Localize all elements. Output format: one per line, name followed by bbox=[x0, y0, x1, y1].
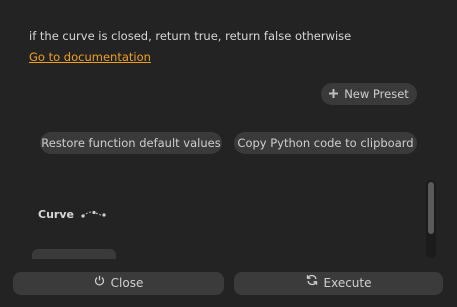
function-description: if the curve is closed, return true, ret… bbox=[29, 29, 352, 43]
curve-parameter-label: Curve bbox=[38, 208, 74, 221]
scrollbar[interactable] bbox=[426, 180, 436, 258]
new-preset-label: New Preset bbox=[344, 87, 409, 101]
refresh-icon bbox=[306, 271, 318, 294]
close-label: Close bbox=[110, 276, 144, 290]
execute-button[interactable]: Execute bbox=[234, 272, 443, 295]
new-preset-button[interactable]: New Preset bbox=[321, 83, 417, 105]
parameter-field[interactable] bbox=[32, 249, 116, 259]
close-button[interactable]: Close bbox=[13, 272, 224, 295]
curve-icon[interactable] bbox=[80, 206, 108, 223]
power-icon bbox=[94, 271, 105, 294]
copy-python-button[interactable]: Copy Python code to clipboard bbox=[234, 132, 417, 154]
scrollbar-thumb[interactable] bbox=[428, 182, 434, 234]
restore-defaults-button[interactable]: Restore function default values bbox=[40, 132, 222, 154]
plus-icon bbox=[329, 83, 339, 105]
execute-label: Execute bbox=[323, 276, 372, 290]
documentation-link[interactable]: Go to documentation bbox=[29, 50, 151, 64]
